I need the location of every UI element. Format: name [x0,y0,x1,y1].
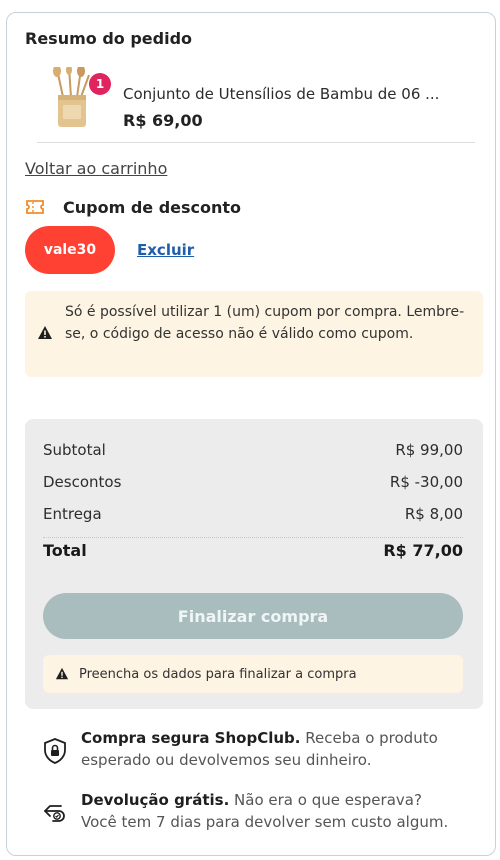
product-item: 1 Conjunto de Utensílios de Bambu de 06 … [37,63,475,143]
shipping-value: R$ 8,00 [404,505,463,523]
back-to-cart-link[interactable]: Voltar ao carrinho [25,159,167,178]
shipping-row: Entrega R$ 8,00 [43,505,463,525]
quantity-badge: 1 [89,73,111,95]
product-name[interactable]: Conjunto de Utensílios de Bambu de 06 ..… [123,85,463,103]
applied-coupon-chip[interactable]: vale30 [25,226,115,274]
secure-purchase-text: Compra segura ShopClub. Receba o produto… [81,727,461,771]
return-arrow-icon [44,805,65,822]
benefit-title: Compra segura ShopClub. [81,729,301,747]
coupon-notice: Só é possível utilizar 1 (um) cupom por … [25,291,483,377]
product-thumbnail [53,67,90,127]
total-label: Total [43,541,87,560]
benefit-title: Devolução grátis. [81,791,230,809]
total-value: R$ 77,00 [383,541,463,560]
order-summary-card: Resumo do pedido 1 Conjunto de Utensílio… [6,12,496,856]
subtotal-value: R$ 99,00 [395,441,463,459]
discount-row: Descontos R$ -30,00 [43,473,463,493]
free-return-text: Devolução grátis. Não era o que esperava… [81,789,461,833]
coupon-header: Cupom de desconto [25,195,241,219]
summary-title: Resumo do pedido [25,29,193,48]
totals-panel: Subtotal R$ 99,00 Descontos R$ -30,00 En… [25,419,483,709]
product-price: R$ 69,00 [123,111,203,130]
coupon-section-label: Cupom de desconto [63,197,242,217]
checkout-warning-text: Preencha os dados para finalizar a compr… [79,666,357,682]
shield-lock-icon [44,738,66,764]
checkout-warning: Preencha os dados para finalizar a compr… [43,655,463,693]
coupon-notice-text: Só é possível utilizar 1 (um) cupom por … [65,304,465,342]
remove-coupon-link[interactable]: Excluir [137,241,194,259]
total-row: Total R$ 77,00 [43,541,463,561]
totals-divider [43,537,463,538]
warning-icon [55,667,69,680]
coupon-ticket-icon [26,200,44,214]
subtotal-label: Subtotal [43,441,106,459]
shipping-label: Entrega [43,505,102,523]
discount-label: Descontos [43,473,122,491]
discount-value: R$ -30,00 [389,473,463,491]
subtotal-row: Subtotal R$ 99,00 [43,441,463,461]
finalize-purchase-button[interactable]: Finalizar compra [43,593,463,639]
warning-icon [38,326,52,339]
